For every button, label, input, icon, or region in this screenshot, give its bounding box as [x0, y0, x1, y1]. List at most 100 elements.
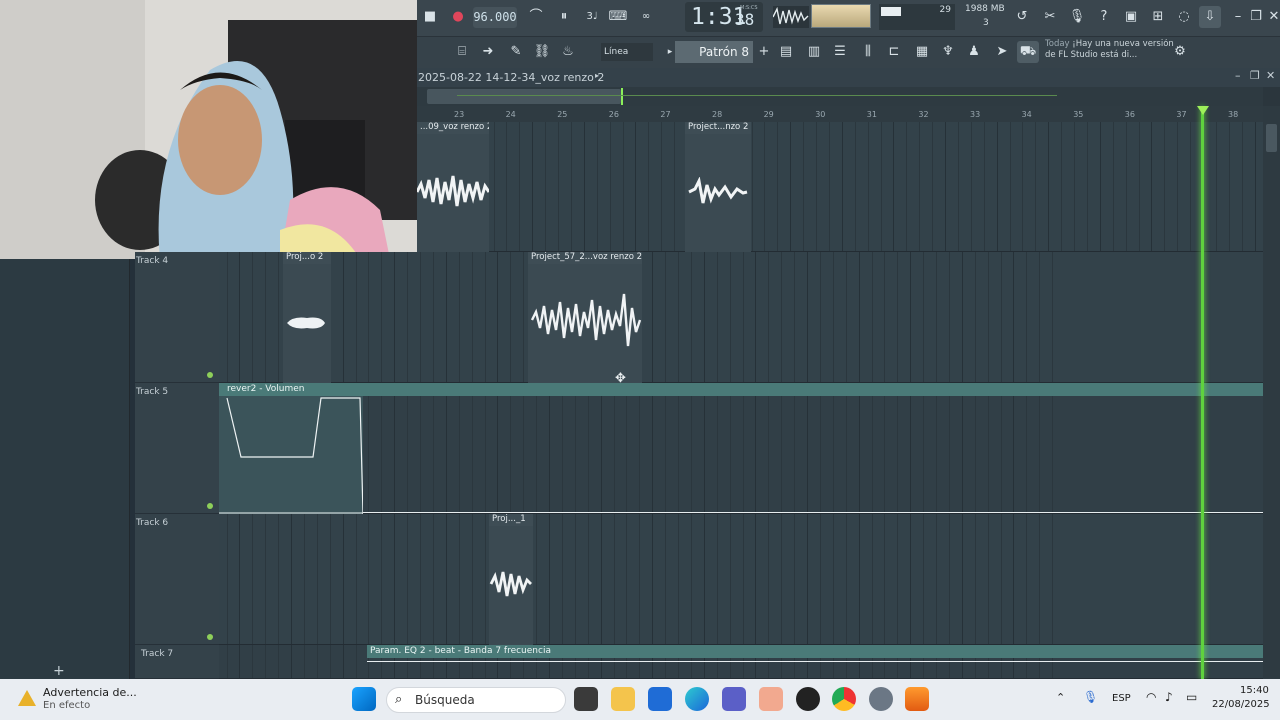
- playlist-icon[interactable]: ▤: [775, 41, 797, 63]
- microphone-tray-icon[interactable]: 🎙: [1083, 690, 1098, 704]
- tempo-display[interactable]: 96.000: [473, 7, 517, 28]
- track-lane-4[interactable]: Proj...o 2 Project_57_2...voz renzo 2: [219, 252, 1263, 383]
- audio-clip[interactable]: Proj..._1: [489, 514, 533, 645]
- arrow-icon[interactable]: ➜: [477, 41, 499, 63]
- piano-roll-icon[interactable]: ⌸: [451, 41, 473, 63]
- grid-line: [690, 514, 692, 644]
- grid-line: [420, 252, 421, 382]
- playhead[interactable]: [1201, 106, 1204, 679]
- grid-line: [729, 383, 731, 513]
- grid-line: [265, 514, 267, 644]
- fl-studio-icon[interactable]: [905, 687, 929, 711]
- step-edit-icon[interactable]: ⌨: [607, 6, 629, 28]
- loop-record-icon[interactable]: ∞: [635, 6, 657, 28]
- mixer-icon[interactable]: ⊞: [1147, 6, 1169, 28]
- audio-clip[interactable]: Project_57_2...voz renzo 2: [528, 252, 642, 383]
- save-icon[interactable]: ▣: [1120, 6, 1142, 28]
- grid-line: [871, 383, 873, 513]
- edge-icon[interactable]: [685, 687, 709, 711]
- track-lane-5[interactable]: rever2 - Volumen: [219, 383, 1263, 514]
- battery-icon[interactable]: ▭: [1186, 690, 1197, 704]
- countdown-icon[interactable]: 3♩: [581, 6, 603, 28]
- warning-title[interactable]: Advertencia de...: [43, 686, 137, 699]
- shop-icon[interactable]: ⛟: [1017, 41, 1039, 63]
- app-icon[interactable]: [759, 687, 783, 711]
- cut-icon[interactable]: ✂: [1039, 6, 1061, 28]
- draw-icon[interactable]: ✎: [505, 41, 527, 63]
- link-icon[interactable]: ⛓: [531, 41, 553, 63]
- overview-thumb[interactable]: [427, 89, 621, 104]
- stamp-icon[interactable]: ♨: [557, 41, 579, 63]
- vscroll-thumb[interactable]: [1266, 124, 1277, 152]
- browser-icon[interactable]: ⊏: [883, 41, 905, 63]
- playhead-marker-icon[interactable]: [1197, 106, 1209, 115]
- time-display[interactable]: 1:31 38 M:S:CS: [685, 2, 763, 32]
- track-header-4[interactable]: Track 4: [135, 252, 219, 383]
- playlist-overview-scrollbar[interactable]: [417, 87, 1263, 106]
- clock-date[interactable]: 22/08/2025: [1212, 699, 1270, 710]
- track-header-5[interactable]: Track 5: [135, 383, 219, 514]
- file-explorer-icon[interactable]: [611, 687, 635, 711]
- title-arrow-icon[interactable]: ▸: [595, 71, 599, 80]
- undo-icon[interactable]: ↺: [1011, 6, 1033, 28]
- store-icon[interactable]: [648, 687, 672, 711]
- settings-icon[interactable]: [869, 687, 893, 711]
- automation-clip[interactable]: [219, 396, 363, 514]
- teams-icon[interactable]: [722, 687, 746, 711]
- record-button[interactable]: ●: [447, 6, 469, 28]
- close-icon[interactable]: ✕: [1263, 6, 1280, 28]
- audio-clip[interactable]: ...09_voz renzo 2: [417, 122, 489, 252]
- track-label: Track 5: [136, 387, 169, 397]
- add-pattern-icon[interactable]: +: [753, 41, 775, 63]
- track-lane-6[interactable]: Proj..._1: [219, 514, 1263, 645]
- warning-icon[interactable]: [18, 690, 36, 706]
- microphone-icon[interactable]: 🎙: [1066, 6, 1088, 28]
- playlist-maximize-icon[interactable]: ❐: [1250, 69, 1260, 82]
- track-led[interactable]: [207, 634, 213, 640]
- send-icon[interactable]: ➤: [991, 41, 1013, 63]
- chrome-icon[interactable]: [832, 687, 856, 711]
- metronome-icon[interactable]: ⌒: [525, 6, 547, 28]
- timeline-ruler[interactable]: 23 24 25 26 27 28 29 30 31 32 33 34 35 36 37 38: [417, 106, 1263, 122]
- download-icon[interactable]: ⇩: [1199, 6, 1221, 28]
- capcut-icon[interactable]: [796, 687, 820, 711]
- pattern-selector[interactable]: Patrón 8: [675, 41, 753, 63]
- settings-gear-icon[interactable]: ⚙: [1169, 41, 1191, 63]
- automation-clip-header[interactable]: rever2 - Volumen: [219, 383, 1263, 396]
- tempo-tap-icon[interactable]: ♟: [963, 41, 985, 63]
- track-lane-top[interactable]: ...09_voz renzo 2 Project...nzo 2: [417, 122, 1263, 252]
- wifi-icon[interactable]: ◠: [1146, 690, 1156, 704]
- audio-clip[interactable]: Project...nzo 2: [685, 122, 751, 252]
- mixer-view-icon[interactable]: ☰: [829, 41, 851, 63]
- track-header-6[interactable]: Track 6: [135, 514, 219, 645]
- track-led[interactable]: [207, 503, 213, 509]
- track-led[interactable]: [207, 372, 213, 378]
- playlist-close-icon[interactable]: ✕: [1266, 69, 1275, 82]
- start-button-icon[interactable]: [352, 687, 376, 711]
- track-header-7[interactable]: Track 7: [135, 645, 219, 679]
- plugin-icon[interactable]: ♆: [937, 41, 959, 63]
- channel-rack-icon[interactable]: ▥: [803, 41, 825, 63]
- track-lane-7[interactable]: Param. EQ 2 - beat - Banda 7 frecuencia: [219, 645, 1263, 679]
- faders-icon[interactable]: ⫼: [857, 41, 879, 63]
- grid-line: [945, 122, 946, 251]
- ruler-tick: 33: [970, 110, 981, 119]
- task-view-icon[interactable]: [574, 687, 598, 711]
- help-icon[interactable]: ?: [1093, 6, 1115, 28]
- language-indicator[interactable]: ESP: [1112, 693, 1131, 704]
- chat-icon[interactable]: ◌: [1173, 6, 1195, 28]
- clock-time[interactable]: 15:40: [1240, 685, 1269, 696]
- vertical-scrollbar[interactable]: [1263, 106, 1280, 679]
- project-icon[interactable]: ▦: [911, 41, 933, 63]
- news-panel[interactable]: Today ¡Hay una nueva versión de FL Studi…: [1045, 39, 1177, 65]
- wait-input-icon[interactable]: ⏸: [553, 6, 575, 28]
- audio-clip[interactable]: Proj...o 2: [283, 252, 331, 383]
- tray-chevron-icon[interactable]: ⌃: [1056, 691, 1065, 704]
- snap-select[interactable]: Línea: [601, 43, 653, 61]
- add-track-button[interactable]: +: [53, 663, 65, 679]
- playlist-minimize-icon[interactable]: –: [1235, 69, 1241, 82]
- stop-button[interactable]: ■: [419, 6, 441, 28]
- automation-clip-header[interactable]: Param. EQ 2 - beat - Banda 7 frecuencia: [367, 645, 1263, 658]
- volume-icon[interactable]: ♪: [1165, 690, 1173, 704]
- search-box[interactable]: ⌕ Búsqueda: [386, 687, 566, 713]
